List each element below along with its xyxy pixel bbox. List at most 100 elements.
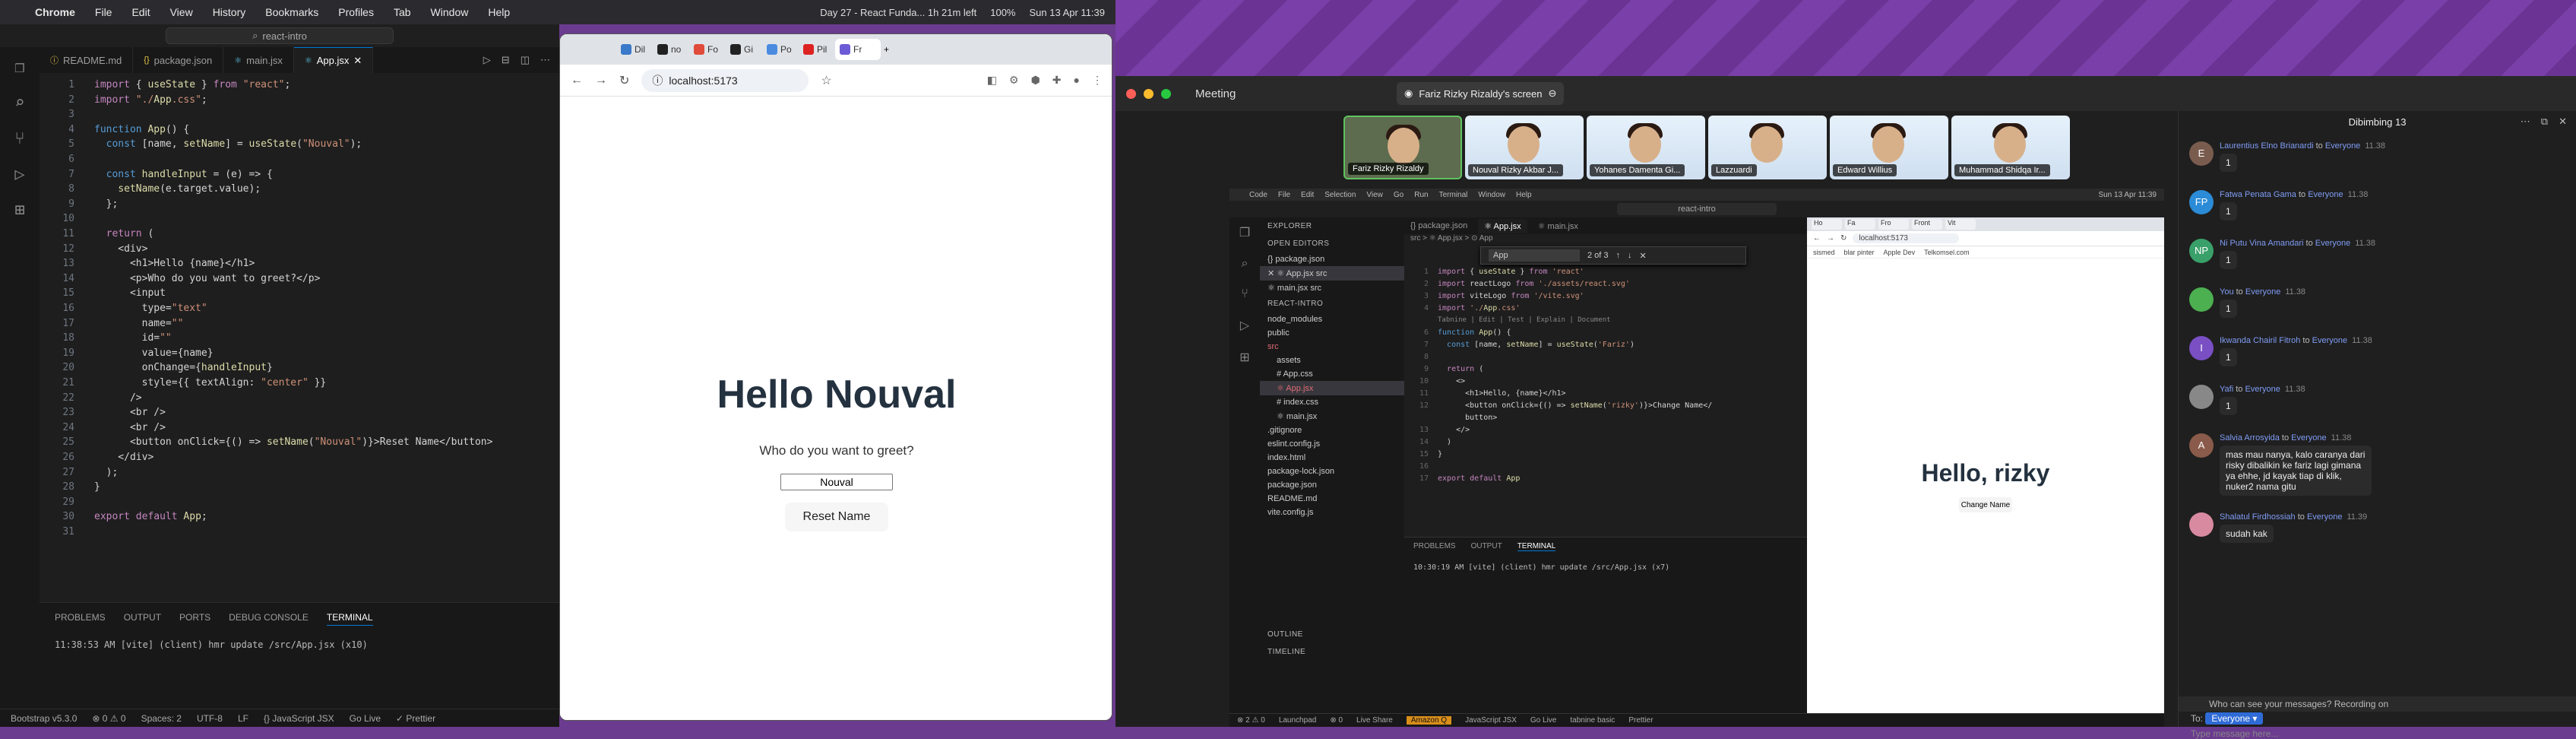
code-line[interactable]: /> [94, 391, 142, 406]
menu-item[interactable]: History [213, 6, 246, 18]
extension-icon[interactable]: ⚙ [1009, 74, 1019, 87]
sender-name[interactable]: Fatwa Penata Gama [2220, 190, 2296, 199]
recipient-select[interactable]: Everyone ▾ [2205, 712, 2264, 725]
bookmark-star-icon[interactable]: ☆ [821, 73, 831, 88]
extension-icon[interactable]: ⬢ [1031, 74, 1040, 87]
code-line[interactable]: name="" [94, 316, 184, 331]
participant-tile[interactable]: Fariz Rizky Rizaldy [1343, 116, 1462, 179]
status-item[interactable]: LF [238, 713, 248, 724]
puzzle-icon[interactable]: ✚ [1052, 74, 1062, 87]
extension-icon[interactable]: ◧ [987, 74, 997, 87]
sender-name[interactable]: Ikwanda Chairil Fitroh [2220, 336, 2300, 345]
menu-item[interactable]: File [95, 6, 112, 18]
code-line[interactable]: const [name, setName] = useState("Nouval… [94, 137, 362, 152]
panel-tab[interactable]: OUTPUT [124, 612, 161, 626]
close-window-icon[interactable] [1126, 88, 1136, 99]
editor-tab[interactable]: ⚛ App.jsx ✕ [293, 47, 374, 73]
code-line[interactable]: import { useState } from "react"; [94, 78, 290, 93]
code-line[interactable]: <br /> [94, 405, 166, 420]
status-item[interactable]: Go Live [350, 713, 381, 724]
editor-tab[interactable]: ⚛ main.jsx [223, 47, 294, 73]
code-line[interactable]: <p>Who do you want to greet?</p> [94, 271, 320, 287]
panel-tab[interactable]: TERMINAL [326, 612, 373, 626]
chat-notice[interactable]: Who can see your messages? Recording on [2179, 696, 2576, 712]
sender-name[interactable]: Laurentius Elno Brianardi [2220, 141, 2314, 151]
menu-item[interactable]: Tab [394, 6, 411, 18]
sender-name[interactable]: Shalatul Firdhossiah [2220, 512, 2296, 522]
code-line[interactable]: }; [94, 197, 119, 212]
browser-tab[interactable]: Pil [799, 39, 832, 60]
participant-tile[interactable]: Muhammad Shidqa Ir... [1951, 116, 2070, 179]
menu-item[interactable]: Profiles [338, 6, 374, 18]
editor-tab[interactable]: ⓘ README.md [40, 47, 134, 73]
more-icon[interactable]: ⊖ [1548, 87, 1556, 100]
menu-icon[interactable]: ⋮ [1092, 74, 1103, 87]
popout-icon[interactable]: ⧉ [2541, 116, 2548, 128]
participant-tile[interactable]: Edward Willius [1830, 116, 1948, 179]
layout-icon[interactable]: ◫ [521, 54, 530, 66]
code-line[interactable]: <h1>Hello {name}</h1> [94, 256, 255, 271]
status-item[interactable]: Spaces: 2 [141, 713, 182, 724]
back-icon[interactable]: ← [571, 74, 583, 87]
code-line[interactable]: import "./App.css"; [94, 93, 207, 108]
zoom-window-icon[interactable] [1161, 88, 1171, 99]
more-icon[interactable]: ⋯ [540, 54, 550, 66]
reset-name-button[interactable]: Reset Name [785, 503, 888, 531]
browser-tab[interactable]: Po [762, 39, 796, 60]
code-line[interactable]: ); [94, 465, 119, 481]
sender-name[interactable]: You [2220, 287, 2234, 297]
browser-tab[interactable]: Gi [726, 39, 759, 60]
run-debug-icon[interactable]: ▷ [14, 165, 24, 184]
split-icon[interactable]: ⊟ [502, 54, 510, 66]
forward-icon[interactable]: → [595, 74, 607, 87]
sender-name[interactable]: Ni Putu Vina Amandari [2220, 239, 2303, 248]
reload-icon[interactable]: ↻ [619, 73, 629, 88]
close-icon[interactable]: ✕ [353, 55, 362, 67]
search-icon[interactable]: ⌕ [14, 94, 24, 113]
more-icon[interactable]: ⋯ [2521, 116, 2530, 128]
menu-item[interactable]: View [170, 6, 193, 18]
code-line[interactable]: onChange={handleInput} [94, 360, 273, 376]
run-icon[interactable]: ▷ [483, 54, 491, 66]
share-indicator[interactable]: ◉ Fariz Rizky Rizaldy's screen ⊖ [1397, 82, 1565, 105]
code-line[interactable]: style={{ textAlign: "center" }} [94, 376, 327, 391]
code-line[interactable]: <input [94, 286, 166, 301]
extensions-icon[interactable]: ⊞ [14, 201, 24, 220]
minimize-window-icon[interactable] [1144, 88, 1154, 99]
menu-item[interactable]: Window [431, 6, 469, 18]
code-line[interactable]: return ( [94, 227, 154, 242]
code-line[interactable]: function App() { [94, 122, 189, 138]
address-bar[interactable]: ⓘ localhost:5173 [641, 68, 809, 92]
message-input[interactable]: Type message here... [2191, 728, 2278, 739]
code-line[interactable]: const handleInput = (e) => { [94, 167, 273, 182]
command-center[interactable]: ⌕ react-intro [166, 27, 394, 44]
status-item[interactable]: ✓ Prettier [396, 713, 435, 724]
code-line[interactable]: } [94, 480, 100, 495]
sender-name[interactable]: Yafi [2220, 385, 2233, 394]
panel-tab[interactable]: DEBUG CONSOLE [229, 612, 309, 626]
status-item[interactable]: ⊗ 0 ⚠ 0 [92, 713, 125, 724]
status-item[interactable]: {} JavaScript JSX [264, 713, 334, 724]
menu-item[interactable]: Help [488, 6, 510, 18]
code-editor[interactable]: 1 import { useState } from "react"; 2 impor… [40, 73, 559, 598]
app-menu[interactable]: Chrome [35, 6, 75, 18]
editor-tab[interactable]: {} package.json [133, 47, 224, 73]
code-line[interactable]: value={name} [94, 346, 214, 361]
code-line[interactable]: type="text" [94, 301, 207, 316]
panel-tab[interactable]: PROBLEMS [55, 612, 106, 626]
participant-tile[interactable]: Nouval Rizky Akbar J... [1465, 116, 1584, 179]
close-icon[interactable]: ✕ [2559, 116, 2567, 128]
sender-name[interactable]: Salvia Arrosyida [2220, 433, 2280, 442]
terminal-output[interactable]: 11:38:53 AM [vite] (client) hmr update /… [40, 635, 559, 655]
source-control-icon[interactable]: ⑂ [14, 129, 24, 148]
code-line[interactable]: setName(e.target.value); [94, 182, 261, 197]
code-line[interactable]: <div> [94, 242, 147, 257]
name-input[interactable] [780, 474, 893, 490]
browser-tab[interactable]: Fr [835, 39, 881, 60]
browser-tab[interactable]: Dil [616, 39, 650, 60]
menu-item[interactable]: Bookmarks [265, 6, 318, 18]
new-tab-icon[interactable]: + [884, 44, 889, 55]
browser-tab[interactable]: no [653, 39, 686, 60]
panel-tab[interactable]: PORTS [179, 612, 210, 626]
code-line[interactable]: <button onClick={() => setName("Nouval")… [94, 435, 492, 450]
